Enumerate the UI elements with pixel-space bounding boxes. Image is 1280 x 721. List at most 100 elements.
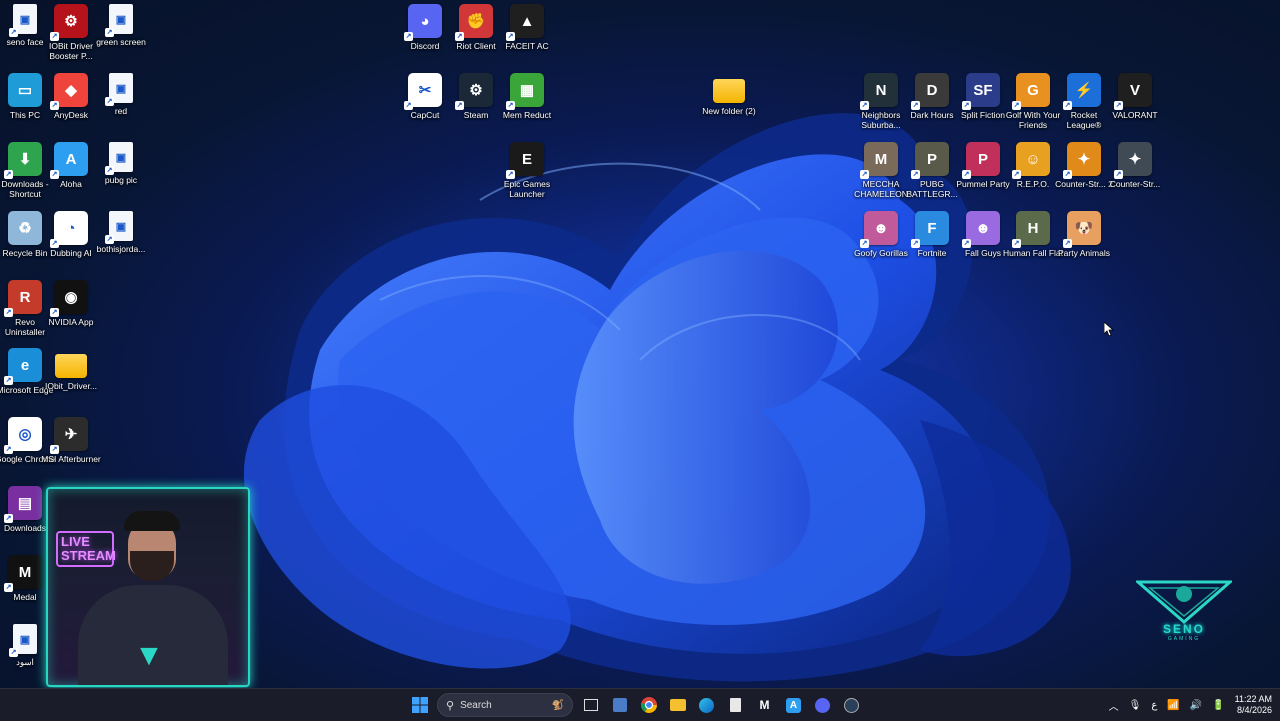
taskbar-edge[interactable]: [695, 694, 718, 717]
shortcut-arrow-icon: ↗: [404, 32, 413, 41]
taskbar-aloha[interactable]: A: [782, 694, 805, 717]
shortcut-arrow-icon: ↗: [50, 32, 59, 41]
steam-icon: [844, 697, 859, 713]
taskbar-steam[interactable]: [840, 694, 863, 717]
language-indicator[interactable]: ع: [1151, 700, 1157, 711]
shortcut-arrow-icon: ↗: [860, 170, 869, 179]
desktop-icon-label: Riot Client: [456, 41, 496, 51]
shortcut-arrow-icon: ↗: [1063, 170, 1072, 179]
clock-date: 8/4/2026: [1236, 705, 1272, 715]
counter-strike-2-icon: ✦ ↗: [1063, 142, 1101, 179]
shortcut-arrow-icon: ↗: [1063, 101, 1072, 110]
webcam-overlay: LIVE STREAM ▼: [46, 487, 250, 687]
battery-icon[interactable]: 🔋: [1212, 700, 1224, 711]
shortcut-arrow-icon: ↗: [911, 239, 920, 248]
desktop-icon-label: Discord: [410, 41, 440, 51]
dubbing-ai-icon: ◔ ↗: [50, 211, 88, 248]
search-highlight-icon: 🐒: [551, 699, 564, 711]
desktop-icon-label: Downloads: [3, 523, 47, 533]
volume-icon[interactable]: 🔊: [1190, 700, 1202, 711]
shortcut-arrow-icon: ↗: [9, 648, 18, 657]
microphone-icon[interactable]: 🎙: [1129, 700, 1142, 711]
msi-afterburner-icon: ✈ ↗: [50, 417, 88, 454]
start-button[interactable]: [408, 694, 431, 717]
discord-icon: ◕ ↗: [404, 4, 442, 41]
riot-client-icon: ✊ ↗: [455, 4, 493, 41]
valorant-icon: V ↗: [1114, 73, 1152, 110]
desktop-icon-valorant[interactable]: V ↗ VALORANT: [1105, 73, 1165, 120]
taskbar-search-box[interactable]: ⚲ Search 🐒: [437, 693, 573, 717]
desktop-icon-counter-str[interactable]: ✦ ↗ Counter-Str...: [1105, 142, 1165, 189]
chevron-up-icon[interactable]: ︿: [1109, 698, 1119, 713]
mem-reduct-icon: ▦ ↗: [506, 73, 544, 110]
recycle-bin-icon: ♻: [8, 211, 42, 245]
shortcut-arrow-icon: ↗: [962, 239, 971, 248]
taskbar-notepad[interactable]: [724, 694, 747, 717]
downloads-folder-icon: ⬇ ↗: [4, 142, 42, 179]
taskbar-app-unknown[interactable]: [608, 694, 631, 717]
desktop-icon-label: This PC: [9, 110, 41, 120]
desktop-icon-mem-reduct[interactable]: ▦ ↗ Mem Reduct: [497, 73, 557, 120]
seno-gaming-logo: SENO GAMING: [1133, 574, 1235, 658]
desktop-icon-label: IObit_Driver...: [45, 381, 97, 391]
fall-guys-icon: ☻ ↗: [962, 211, 1000, 248]
brand-sub: GAMING: [1167, 636, 1201, 642]
desktop-icon-label: Counter-Str...: [1109, 179, 1161, 189]
desktop-icon-label: Goofy Gorillas: [854, 248, 908, 258]
task-view-button[interactable]: [579, 694, 602, 717]
chrome-icon: ◎ ↗: [4, 417, 42, 454]
clock[interactable]: 11:22 AM 8/4/2026: [1235, 694, 1272, 716]
fortnite-icon: F ↗: [911, 211, 949, 248]
desktop-icon-label: Medal: [13, 592, 37, 602]
medal-icon: M: [759, 698, 770, 712]
person-cap: [124, 511, 180, 531]
desktop-icon-label: bothisjorda...: [96, 244, 146, 254]
steam-icon: ⚙ ↗: [455, 73, 493, 110]
folder-icon: [55, 354, 87, 378]
nvidia-icon: ◉ ↗: [50, 280, 88, 317]
goofy-gorillas-icon: ☻ ↗: [860, 211, 898, 248]
capcut-icon: ✂ ↗: [404, 73, 442, 110]
shortcut-arrow-icon: ↗: [962, 101, 971, 110]
golf-icon: G ↗: [1012, 73, 1050, 110]
meccha-chameleon-icon: M ↗: [860, 142, 898, 179]
party-animals-icon: 🐶 ↗: [1063, 211, 1101, 248]
search-icon: ⚲: [446, 699, 455, 712]
chrome-icon: [640, 697, 657, 713]
desktop-icon-faceit-ac[interactable]: ▲ ↗ FACEIT AC: [497, 4, 557, 51]
desktop-icon-red[interactable]: ▣ ↗ red: [91, 73, 151, 116]
monitor-icon: ▭: [8, 73, 42, 107]
desktop-icon-label: AnyDesk: [53, 110, 88, 120]
wifi-icon[interactable]: 📶: [1167, 700, 1179, 711]
taskbar-medal[interactable]: M: [753, 694, 776, 717]
taskbar-file-explorer[interactable]: [666, 694, 689, 717]
shortcut-arrow-icon: ↗: [455, 101, 464, 110]
triangle-emblem-icon: [1133, 580, 1235, 624]
desktop-icon-label: Split Fiction: [961, 110, 1005, 120]
desktop-icon-iobit-driver[interactable]: IObit_Driver...: [41, 348, 101, 391]
taskbar-chrome[interactable]: [637, 694, 660, 717]
desktop-icon-msi-afterburner[interactable]: ✈ ↗ MSI Afterburner: [41, 417, 101, 464]
desktop-icon-label: Fall Guys: [965, 248, 1001, 258]
shortcut-arrow-icon: ↗: [911, 170, 920, 179]
desktop-icon-label: CapCut: [410, 110, 440, 120]
desktop-icon-label: New folder (2): [702, 106, 756, 116]
shortcut-arrow-icon: ↗: [404, 101, 413, 110]
desktop-icon-nvidia-app[interactable]: ◉ ↗ NVIDIA App: [41, 280, 101, 327]
desktop-icon-bothisjorda[interactable]: ▣ ↗ bothisjorda...: [91, 211, 151, 254]
desktop-icon-new-folder-2[interactable]: New folder (2): [699, 73, 759, 116]
taskbar-discord[interactable]: [811, 694, 834, 717]
desktop-icon-label: NVIDIA App: [48, 317, 94, 327]
taskbar: ⚲ Search 🐒 M A ︿ 🎙 ع 📶 🔊 🔋 11:22 AM 8/4/…: [0, 688, 1280, 721]
shortcut-arrow-icon: ↗: [4, 308, 13, 317]
desktop-icon-green-screen[interactable]: ▣ ↗ green screen: [91, 4, 151, 47]
shortcut-arrow-icon: ↗: [860, 239, 869, 248]
aloha-icon: A ↗: [50, 142, 88, 179]
image-file-icon: ▣ ↗: [105, 4, 133, 37]
desktop-icon-label: pubg pic: [104, 175, 138, 185]
desktop-icon-label: Pummel Party: [956, 179, 1010, 189]
desktop-icon-epic-games-launcher[interactable]: E ↗ Epic Games Launcher: [497, 142, 557, 199]
desktop-icon-pubg-pic[interactable]: ▣ ↗ pubg pic: [91, 142, 151, 185]
desktop-icon-label: Fortnite: [917, 248, 947, 258]
desktop-icon-party-animals[interactable]: 🐶 ↗ Party Animals: [1054, 211, 1114, 258]
